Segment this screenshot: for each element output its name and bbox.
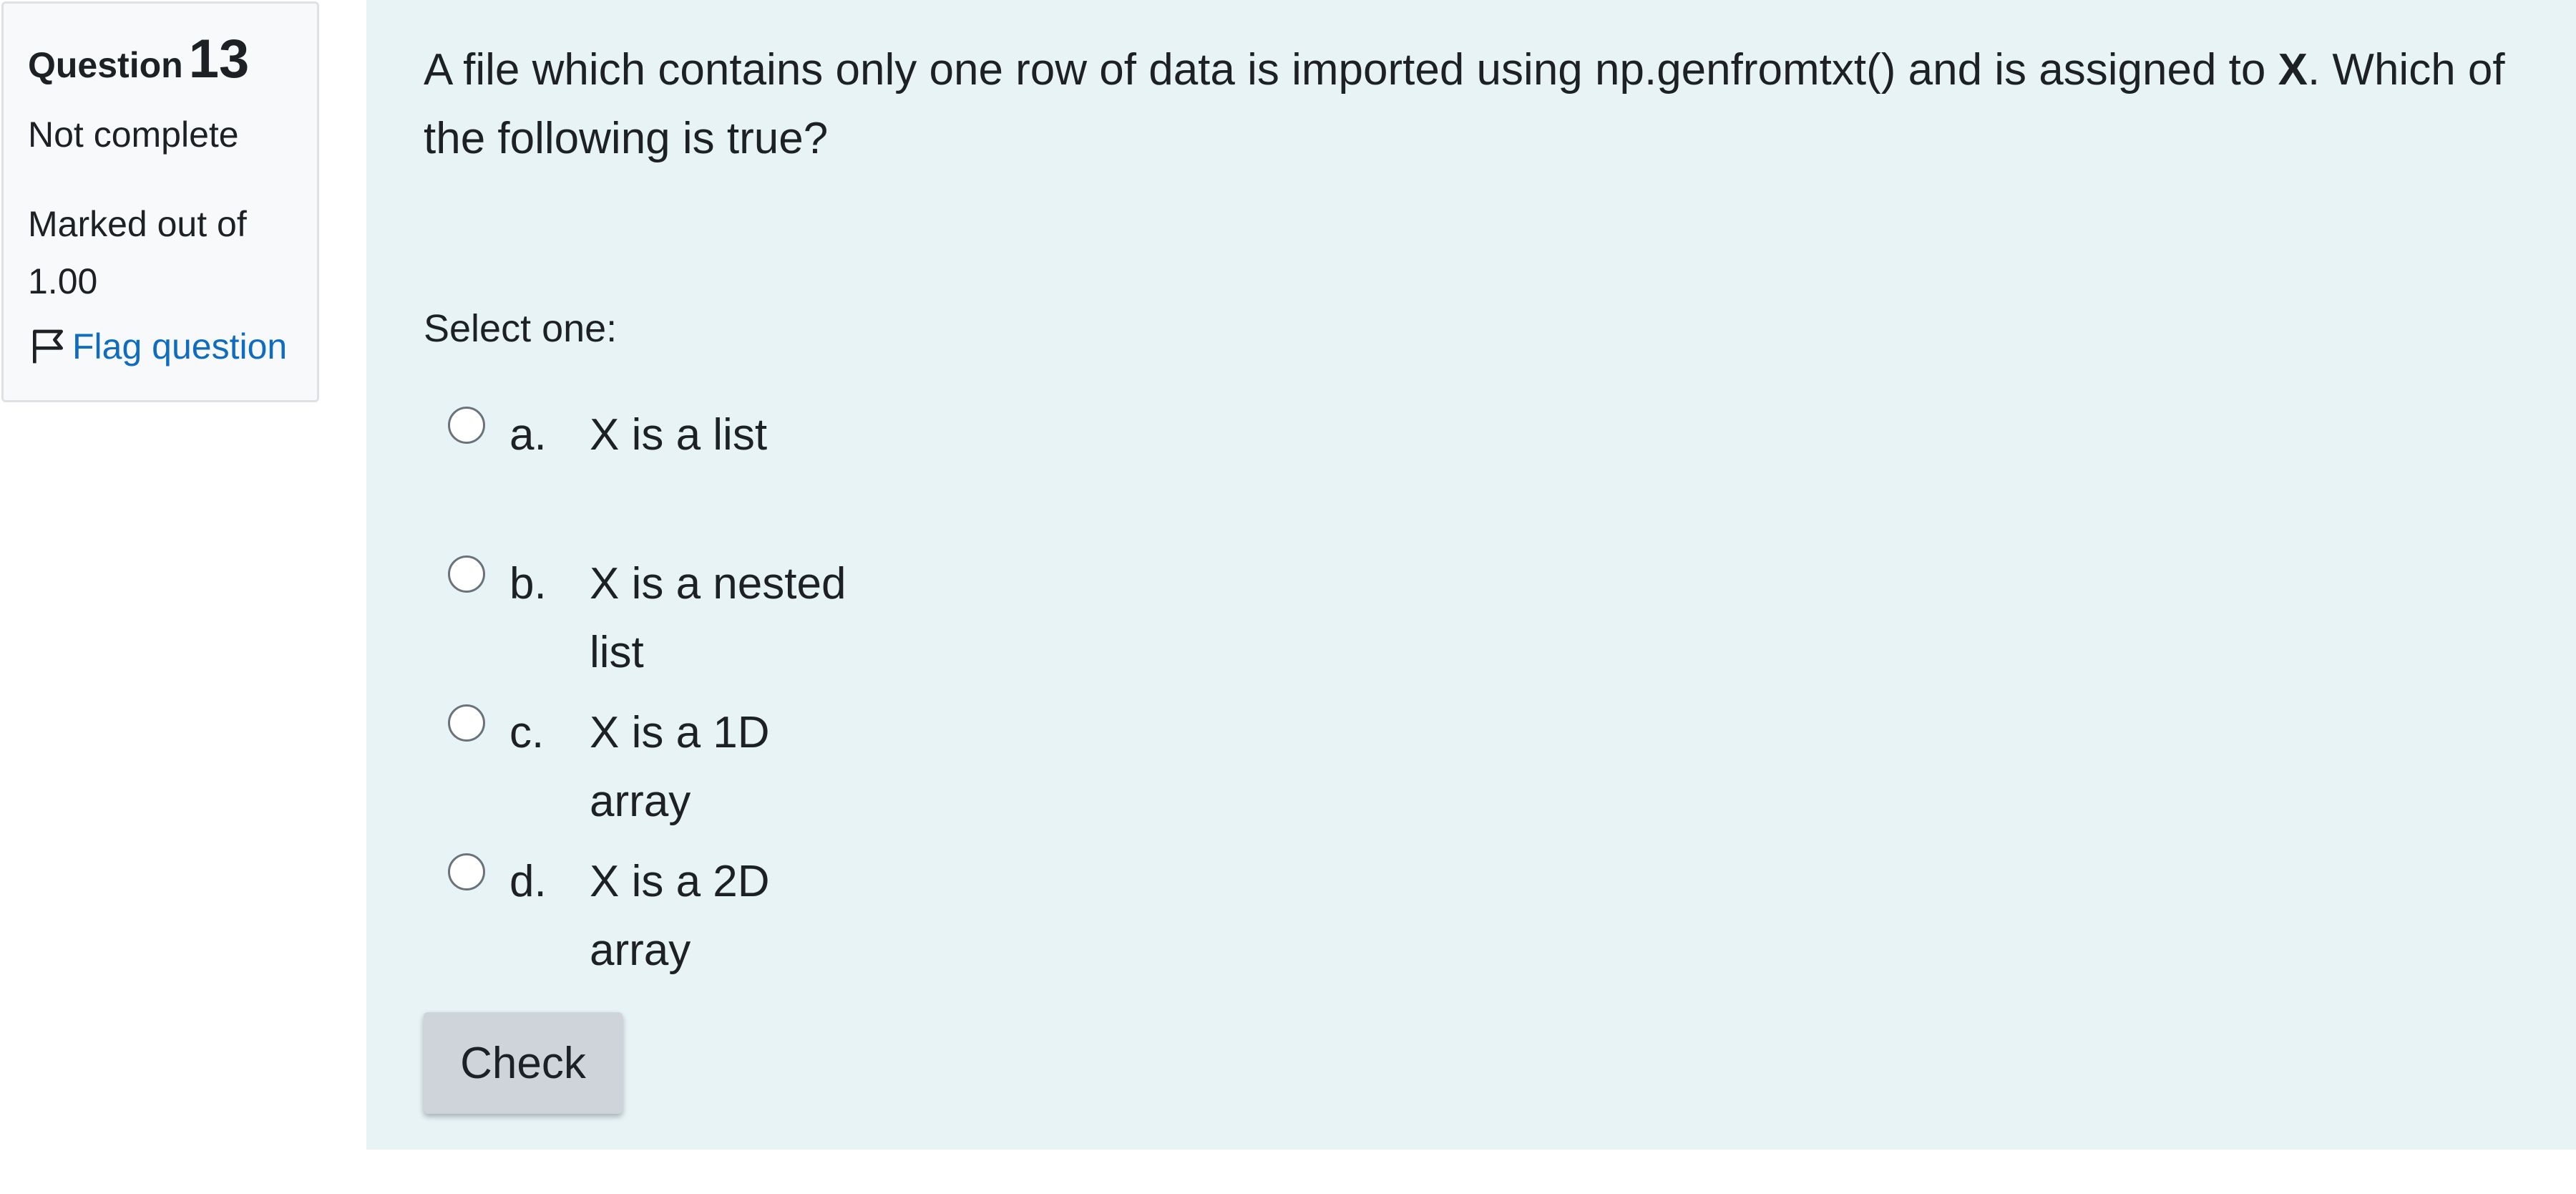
question-info-panel: Question 13 Not complete Marked out of 1.… <box>1 1 319 402</box>
answer-option-b[interactable]: b. X is a nested list <box>424 535 1282 684</box>
option-text[interactable]: X is a nested list <box>590 550 876 687</box>
radio-button[interactable] <box>448 853 485 890</box>
answer-prompt: Select one: <box>424 307 618 350</box>
option-text[interactable]: X is a 1D array <box>590 699 876 836</box>
answer-option-a[interactable]: a. X is a list <box>424 387 1282 535</box>
option-letter: d. <box>509 857 547 906</box>
answer-options: a. X is a list b. X is a nested list c. … <box>424 387 1282 982</box>
radio-button[interactable] <box>448 704 485 742</box>
radio-button[interactable] <box>448 555 485 593</box>
flag-question-link[interactable]: Flag question <box>28 326 317 367</box>
quiz-page: Question 13 Not complete Marked out of 1.… <box>0 0 2576 1194</box>
question-text-variable: X <box>2278 45 2308 94</box>
answer-option-d[interactable]: d. X is a 2D array <box>424 833 1282 982</box>
flag-question-label: Flag question <box>72 326 288 367</box>
question-state: Not complete <box>28 115 239 155</box>
option-letter: c. <box>509 708 545 757</box>
check-button[interactable]: Check <box>424 1012 623 1114</box>
radio-button[interactable] <box>448 407 485 444</box>
question-text-start: A file which contains only one row of da… <box>424 45 2278 94</box>
question-label: Question <box>28 45 183 85</box>
question-grade: Marked out of 1.00 <box>28 204 247 301</box>
question-number-heading: Question 13 <box>28 32 317 87</box>
question-content: A file which contains only one row of da… <box>366 0 2576 1150</box>
option-text[interactable]: X is a list <box>590 401 876 470</box>
answer-option-c[interactable]: c. X is a 1D array <box>424 684 1282 833</box>
flag-icon <box>33 329 63 364</box>
question-number: 13 <box>188 29 250 89</box>
question-text: A file which contains only one row of da… <box>424 36 2556 173</box>
option-letter: b. <box>509 559 547 608</box>
option-text[interactable]: X is a 2D array <box>590 848 876 985</box>
option-letter: a. <box>509 410 547 460</box>
